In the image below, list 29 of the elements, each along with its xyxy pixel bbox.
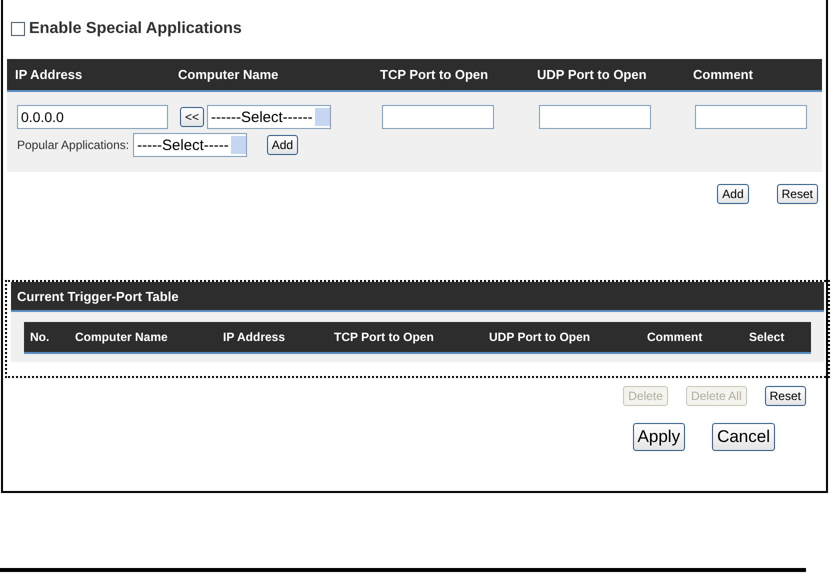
popular-applications-label: Popular Applications: xyxy=(17,138,130,152)
comment-field[interactable] xyxy=(695,105,807,129)
form-button[interactable]: Add xyxy=(717,184,749,204)
table-title: Current Trigger-Port Table xyxy=(11,282,824,312)
column-header: TCP Port to Open xyxy=(380,67,490,82)
column-header: Select xyxy=(749,330,786,344)
add-button[interactable]: Add xyxy=(266,135,298,155)
column-header: IP Address xyxy=(15,67,84,82)
popular-applications-dropdown[interactable]: -----Select----- xyxy=(133,133,247,157)
footer-button[interactable]: Cancel xyxy=(712,423,775,451)
copy-button[interactable]: << xyxy=(180,107,204,127)
computer-name-dropdown[interactable]: ------Select------ xyxy=(207,105,331,129)
checkbox[interactable] xyxy=(11,22,25,36)
udp-port-field[interactable] xyxy=(539,105,651,129)
footer-button[interactable]: Apply xyxy=(632,423,686,451)
column-header: UDP Port to Open xyxy=(489,330,592,344)
table-button[interactable]: Reset xyxy=(764,386,806,406)
column-header: UDP Port to Open xyxy=(537,67,648,82)
column-header: Computer Name xyxy=(178,67,280,82)
column-header: TCP Port to Open xyxy=(334,330,435,344)
form-button[interactable]: Reset xyxy=(776,184,818,204)
column-header: Computer Name xyxy=(75,330,169,344)
column-header: IP Address xyxy=(223,330,286,344)
checkbox-label: Enable Special Applications xyxy=(29,20,242,38)
column-header: Comment xyxy=(647,330,704,344)
tcp-port-field[interactable] xyxy=(382,105,494,129)
column-header: No. xyxy=(30,330,50,344)
column-header: Comment xyxy=(693,67,754,82)
ip-address-field[interactable]: 0.0.0.0 xyxy=(17,105,168,129)
